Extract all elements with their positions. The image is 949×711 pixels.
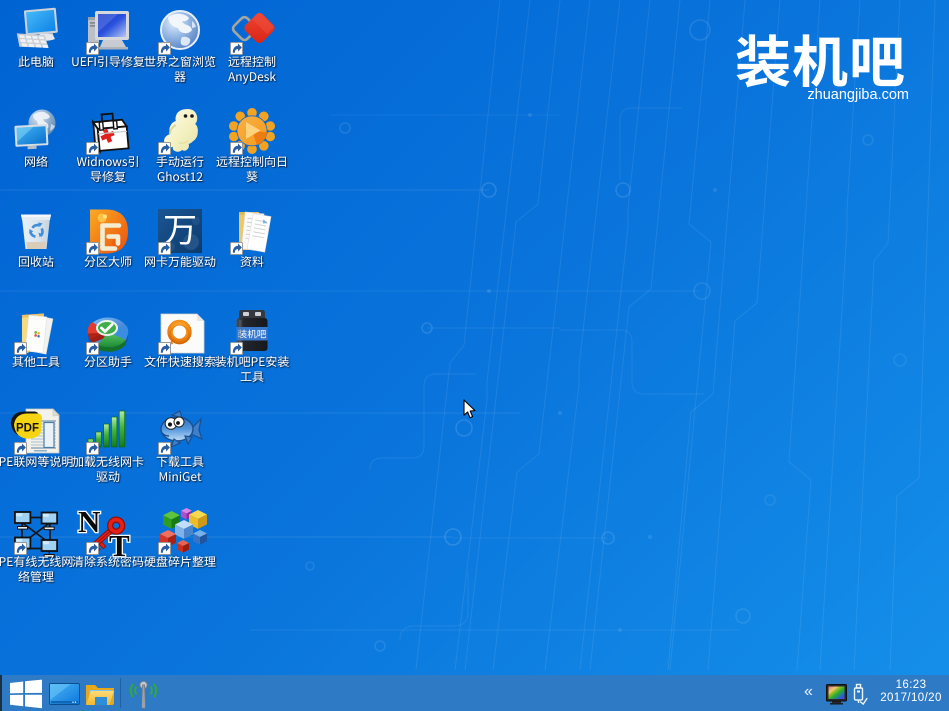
svg-text:N: N [78, 504, 100, 539]
svg-text:装机吧: 装机吧 [238, 327, 267, 341]
svg-text:PDF: PDF [16, 423, 39, 435]
